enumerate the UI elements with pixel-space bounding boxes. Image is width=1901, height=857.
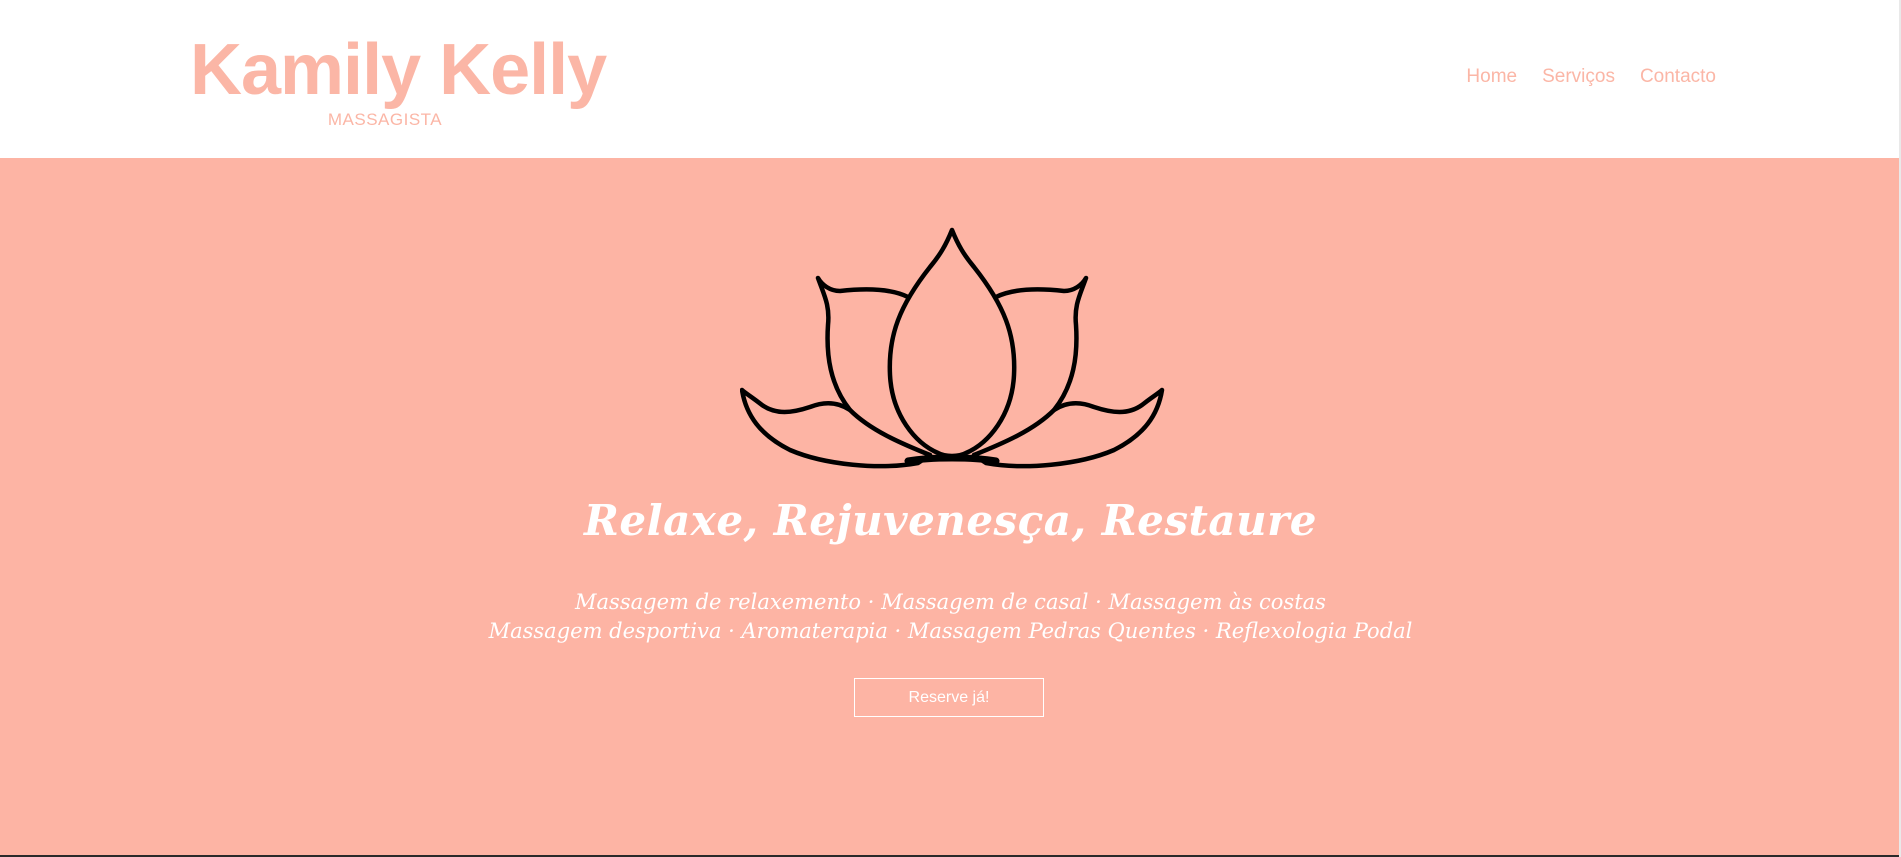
logo-subtitle: MASSAGISTA (327, 110, 443, 129)
services-line-1: Massagem de relaxemento · Massagem de ca… (575, 590, 1326, 614)
site-header: Kamily Kelly MASSAGISTA Home Serviços Co… (0, 0, 1901, 158)
lotus-flower-icon (740, 227, 1165, 469)
main-nav: Home Serviços Contacto (1466, 66, 1716, 88)
logo-name: Kamily Kelly (190, 30, 607, 110)
nav-item-home[interactable]: Home (1466, 66, 1517, 88)
hero-title: Relaxe, Rejuvenesça, Restaure (584, 496, 1317, 545)
services-line-2: Massagem desportiva · Aromaterapia · Mas… (488, 619, 1413, 643)
nav-item-servicos[interactable]: Serviços (1542, 66, 1615, 88)
reserve-button[interactable]: Reserve já! (854, 678, 1044, 717)
services-list: Massagem de relaxemento · Massagem de ca… (0, 588, 1901, 646)
nav-item-contacto[interactable]: Contacto (1640, 66, 1716, 88)
site-logo[interactable]: Kamily Kelly MASSAGISTA (190, 30, 607, 130)
